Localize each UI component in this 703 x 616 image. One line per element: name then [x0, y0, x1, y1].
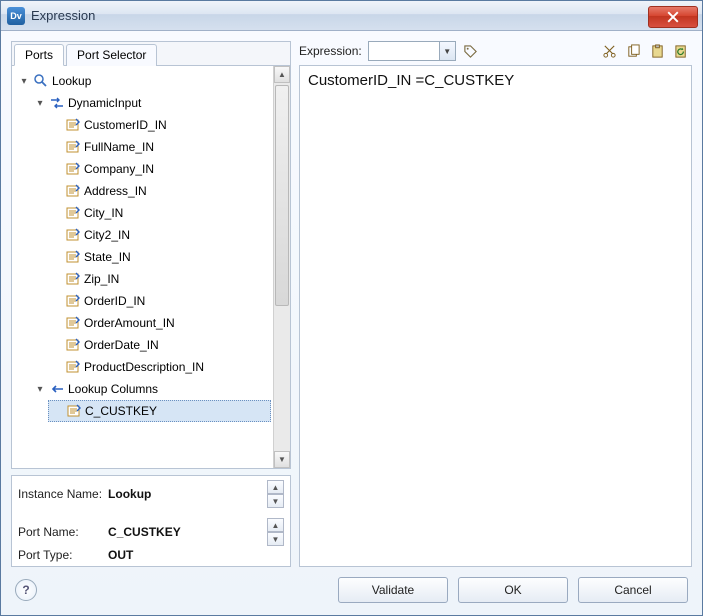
expression-editor[interactable]: CustomerID_IN =C_CUSTKEY	[299, 65, 692, 567]
tree-node-icon	[65, 315, 81, 331]
tree-node-icon	[65, 227, 81, 243]
expression-dialog: Dv Expression Ports Port Selector ▾ Look…	[0, 0, 703, 616]
tree-node-icon	[65, 271, 81, 287]
tree-node-icon	[49, 95, 65, 111]
tree-node-icon	[65, 139, 81, 155]
tree-port-orderamount_in[interactable]: OrderAmount_IN	[48, 312, 271, 334]
tree-node-label: OrderID_IN	[84, 294, 145, 308]
tree-twistie-icon[interactable]: ▾	[34, 98, 46, 109]
tab-ports[interactable]: Ports	[14, 44, 64, 66]
tree-node-label: Address_IN	[84, 184, 147, 198]
tree-port-address_in[interactable]: Address_IN	[48, 180, 271, 202]
tree-node-label: OrderAmount_IN	[84, 316, 175, 330]
tree-node-label: FullName_IN	[84, 140, 154, 154]
details-up-button[interactable]: ▲	[267, 480, 284, 494]
tree-node-icon	[65, 161, 81, 177]
ok-button[interactable]: OK	[458, 577, 568, 603]
tree-node-icon	[65, 117, 81, 133]
tree-node-label: City_IN	[84, 206, 123, 220]
tree-node-icon	[65, 249, 81, 265]
tab-port-selector[interactable]: Port Selector	[66, 44, 157, 66]
details2-down-button[interactable]: ▼	[267, 532, 284, 546]
tree-node-label: State_IN	[84, 250, 131, 264]
tree-scrollbar[interactable]: ▲ ▼	[273, 66, 290, 468]
tree-node-icon	[65, 183, 81, 199]
tree-node-label: Lookup Columns	[68, 382, 158, 396]
tree-twistie-icon[interactable]: ▾	[34, 384, 46, 395]
tree-node-icon	[33, 73, 49, 89]
instance-name-value: Lookup	[108, 487, 261, 501]
instance-name-label: Instance Name:	[18, 487, 102, 501]
tree-port-fullname_in[interactable]: FullName_IN	[48, 136, 271, 158]
scroll-down-icon[interactable]: ▼	[274, 451, 290, 468]
tree-port-state_in[interactable]: State_IN	[48, 246, 271, 268]
tree-port-c_custkey[interactable]: C_CUSTKEY	[48, 400, 271, 422]
tree-node-icon	[65, 337, 81, 353]
refresh-icon[interactable]	[672, 42, 690, 60]
tree-node-icon	[49, 381, 65, 397]
tree-node-icon	[65, 205, 81, 221]
tree-lookup-columns[interactable]: ▾ Lookup Columns	[32, 378, 271, 400]
tree-root-lookup[interactable]: ▾ Lookup	[16, 70, 271, 92]
copy-icon[interactable]	[624, 42, 642, 60]
tree-port-company_in[interactable]: Company_IN	[48, 158, 271, 180]
dialog-footer: ? Validate OK Cancel	[11, 567, 692, 605]
tree-node-icon	[66, 403, 82, 419]
titlebar[interactable]: Dv Expression	[1, 1, 702, 31]
details-down-button[interactable]: ▼	[267, 494, 284, 508]
port-type-label: Port Type:	[18, 548, 102, 562]
app-icon: Dv	[7, 7, 25, 25]
port-name-value: C_CUSTKEY	[108, 525, 261, 539]
close-button[interactable]	[648, 6, 698, 28]
tree-port-customerid_in[interactable]: CustomerID_IN	[48, 114, 271, 136]
tree-node-icon	[65, 293, 81, 309]
scroll-up-icon[interactable]: ▲	[274, 66, 290, 83]
tab-bar: Ports Port Selector	[12, 42, 290, 66]
tree-node-label: Zip_IN	[84, 272, 119, 286]
tag-icon[interactable]	[462, 42, 480, 60]
expression-toolbar: Expression: ▼	[299, 41, 692, 65]
tree-port-zip_in[interactable]: Zip_IN	[48, 268, 271, 290]
paste-icon[interactable]	[648, 42, 666, 60]
tree-node-label: CustomerID_IN	[84, 118, 167, 132]
expression-combo-value[interactable]	[369, 42, 439, 60]
help-button[interactable]: ?	[15, 579, 37, 601]
tree-dynamicinput[interactable]: ▾ DynamicInput	[32, 92, 271, 114]
tree-port-productdescription_in[interactable]: ProductDescription_IN	[48, 356, 271, 378]
validate-button[interactable]: Validate	[338, 577, 448, 603]
expression-combo[interactable]: ▼	[368, 41, 456, 61]
tree-port-city2_in[interactable]: City2_IN	[48, 224, 271, 246]
tree-node-label: C_CUSTKEY	[85, 404, 157, 418]
window-title: Expression	[31, 8, 648, 23]
scissors-icon[interactable]	[600, 42, 618, 60]
expression-label: Expression:	[299, 44, 362, 58]
ports-tree[interactable]: ▾ Lookup ▾ DynamicInput CustomerID_IN Fu…	[12, 66, 273, 468]
port-type-value: OUT	[108, 548, 261, 562]
details2-up-button[interactable]: ▲	[267, 518, 284, 532]
ports-panel: Ports Port Selector ▾ Lookup ▾ DynamicIn…	[11, 41, 291, 469]
tree-port-city_in[interactable]: City_IN	[48, 202, 271, 224]
tree-node-label: OrderDate_IN	[84, 338, 159, 352]
cancel-button[interactable]: Cancel	[578, 577, 688, 603]
tree-node-label: DynamicInput	[68, 96, 141, 110]
tree-node-label: Lookup	[52, 74, 91, 88]
scroll-thumb[interactable]	[275, 85, 289, 306]
details-panel: Instance Name: Lookup ▲ ▼ Port Name: C_C…	[11, 475, 291, 567]
tree-twistie-icon[interactable]: ▾	[18, 76, 30, 87]
tree-node-label: City2_IN	[84, 228, 130, 242]
tree-node-label: ProductDescription_IN	[84, 360, 204, 374]
chevron-down-icon[interactable]: ▼	[439, 42, 455, 60]
tree-port-orderid_in[interactable]: OrderID_IN	[48, 290, 271, 312]
tree-node-label: Company_IN	[84, 162, 154, 176]
port-name-label: Port Name:	[18, 525, 102, 539]
tree-port-orderdate_in[interactable]: OrderDate_IN	[48, 334, 271, 356]
tree-node-icon	[65, 359, 81, 375]
close-icon	[667, 11, 679, 23]
